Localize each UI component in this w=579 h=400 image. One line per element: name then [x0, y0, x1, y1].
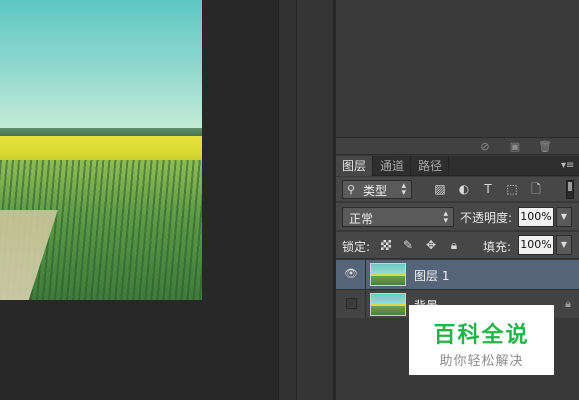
spinner-arrows-icon: ▴ ▾ [401, 181, 406, 198]
lock-icon: 🔒︎ [565, 297, 571, 310]
lock-transparent-icon[interactable] [381, 240, 391, 250]
layer-row-layer1[interactable]: 👁︎ 图层 1 [336, 260, 579, 289]
lock-all-icon[interactable]: 🔒︎ [446, 237, 462, 253]
photo-sky [0, 0, 202, 134]
layer-thumbnail [370, 263, 406, 286]
new-item-icon[interactable]: ▣ [508, 140, 522, 154]
upper-panel-content [336, 0, 579, 137]
canvas-photo [0, 0, 202, 300]
no-entry-icon[interactable]: ⊘ [478, 140, 492, 154]
visibility-toggle-box[interactable] [346, 298, 357, 309]
tab-channels[interactable]: 通道 [374, 156, 412, 176]
opacity-label: 不透明度: [460, 211, 513, 225]
blend-opacity-row: 正常 ▴ ▾ 不透明度: 100% ▼ [336, 203, 579, 231]
layer-name[interactable]: 图层 1 [414, 267, 449, 284]
watermark-badge: 百科全说 助你轻松解决 [409, 305, 554, 375]
layer-filter-row: ⚲ 类型 ▴ ▾ ▨ ◐ T ⬚ 🗋 [336, 177, 579, 202]
document-canvas[interactable] [0, 0, 278, 400]
layer-thumbnail [370, 293, 406, 316]
photoshop-window: ⊘ ▣ 🗑 图层 通道 路径 ▾≡ ⚲ 类型 ▴ ▾ ▨ ◐ T ⬚ 🗋 正常 … [0, 0, 579, 400]
filter-toggle-switch[interactable] [566, 180, 574, 199]
type-filter-icon[interactable]: T [480, 181, 496, 197]
spinner-arrows-icon: ▴ ▾ [443, 209, 448, 226]
filter-kind-label: 类型 [363, 184, 388, 198]
collapsed-panel-dock[interactable] [296, 0, 334, 400]
image-filter-icon[interactable]: ▨ [432, 181, 448, 197]
opacity-dropdown-arrow[interactable]: ▼ [556, 207, 572, 227]
smart-object-filter-icon[interactable]: 🗋 [528, 181, 544, 197]
fill-dropdown-arrow[interactable]: ▼ [556, 235, 572, 255]
opacity-input[interactable]: 100% [518, 207, 554, 227]
watermark-subtitle: 助你轻松解决 [439, 354, 524, 369]
watermark-title: 百科全说 [433, 323, 530, 348]
lock-paint-icon[interactable]: ✎ [400, 237, 416, 253]
filter-kind-select[interactable]: ⚲ 类型 ▴ ▾ [342, 180, 412, 199]
trash-icon[interactable]: 🗑 [538, 140, 552, 154]
blend-mode-value: 正常 [349, 212, 374, 226]
panel-menu-icon[interactable]: ▾≡ [561, 160, 575, 172]
fill-label: 填充: [483, 240, 512, 254]
layer-divider [365, 290, 366, 319]
adjustment-filter-icon[interactable]: ◐ [456, 181, 472, 197]
lock-move-icon[interactable]: ✥ [423, 237, 439, 253]
layer-divider [365, 260, 366, 289]
canvas-scrollbar-gutter[interactable] [278, 0, 296, 400]
blend-mode-select[interactable]: 正常 ▴ ▾ [342, 207, 454, 227]
tab-layers[interactable]: 图层 [336, 156, 374, 176]
lock-fill-row: 锁定: ✎ ✥ 🔒︎ 填充: 100% ▼ [336, 232, 579, 259]
upper-panel-footer: ⊘ ▣ 🗑 [336, 137, 579, 155]
eye-icon[interactable]: 👁︎ [344, 268, 358, 280]
fill-input[interactable]: 100% [518, 235, 554, 255]
tab-paths[interactable]: 路径 [412, 156, 450, 176]
shape-filter-icon[interactable]: ⬚ [504, 181, 520, 197]
search-icon: ⚲ [347, 183, 356, 196]
layers-panel-tabs: 图层 通道 路径 ▾≡ [336, 156, 579, 176]
lock-label: 锁定: [342, 240, 371, 254]
